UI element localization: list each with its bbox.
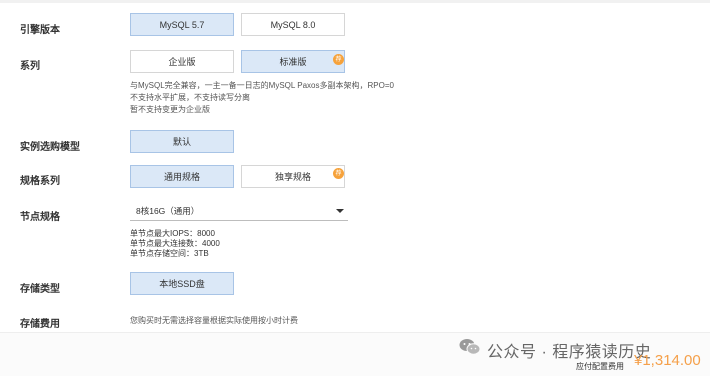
watermark-text: 公众号 · 程序猿读历史 <box>487 344 652 361</box>
storage-fee-note: 您购买时无需选择容量根据实际使用按小时计费 <box>130 316 298 325</box>
series-enterprise-option[interactable]: 企业版 <box>130 50 234 73</box>
series-standard-option[interactable]: 标准版 <box>241 50 345 73</box>
total-fee-label: 应付配置费用 <box>576 362 624 371</box>
recommend-badge-icon: 荐 <box>333 54 344 65</box>
wechat-logo-icon <box>459 339 481 355</box>
series-note-3: 暂不支持变更为企业版 <box>130 105 210 114</box>
series-note-1: 与MySQL完全兼容，一主一备一日志的MySQL Paxos多副本架构，RPO=… <box>130 81 394 90</box>
chevron-down-icon <box>336 209 344 213</box>
engine-version-label: 引擎版本 <box>20 25 60 36</box>
node-detail-storage: 单节点存储空间：3TB <box>130 249 209 258</box>
purchase-model-label: 实例选购模型 <box>20 142 80 153</box>
engine-mysql57-option[interactable]: MySQL 5.7 <box>130 13 234 36</box>
spec-general-option[interactable]: 通用规格 <box>130 165 234 188</box>
model-default-option[interactable]: 默认 <box>130 130 234 153</box>
spec-family-label: 规格系列 <box>20 176 60 187</box>
node-spec-value: 8核16G（通用） <box>136 205 200 216</box>
total-fee-value: ¥1,314.00 <box>634 352 701 369</box>
node-spec-select[interactable]: 8核16G（通用） <box>130 201 348 221</box>
series-label: 系列 <box>20 61 40 72</box>
series-note-2: 不支持水平扩展，不支持读写分离 <box>130 93 250 102</box>
storage-local-ssd-option[interactable]: 本地SSD盘 <box>130 272 234 295</box>
top-divider <box>0 0 710 3</box>
storage-fee-label: 存储费用 <box>20 319 60 330</box>
recommend-badge-icon: 荐 <box>333 168 344 179</box>
node-spec-label: 节点规格 <box>20 212 60 223</box>
engine-mysql80-option[interactable]: MySQL 8.0 <box>241 13 345 36</box>
spec-dedicated-option[interactable]: 独享规格 <box>241 165 345 188</box>
storage-type-label: 存储类型 <box>20 284 60 295</box>
